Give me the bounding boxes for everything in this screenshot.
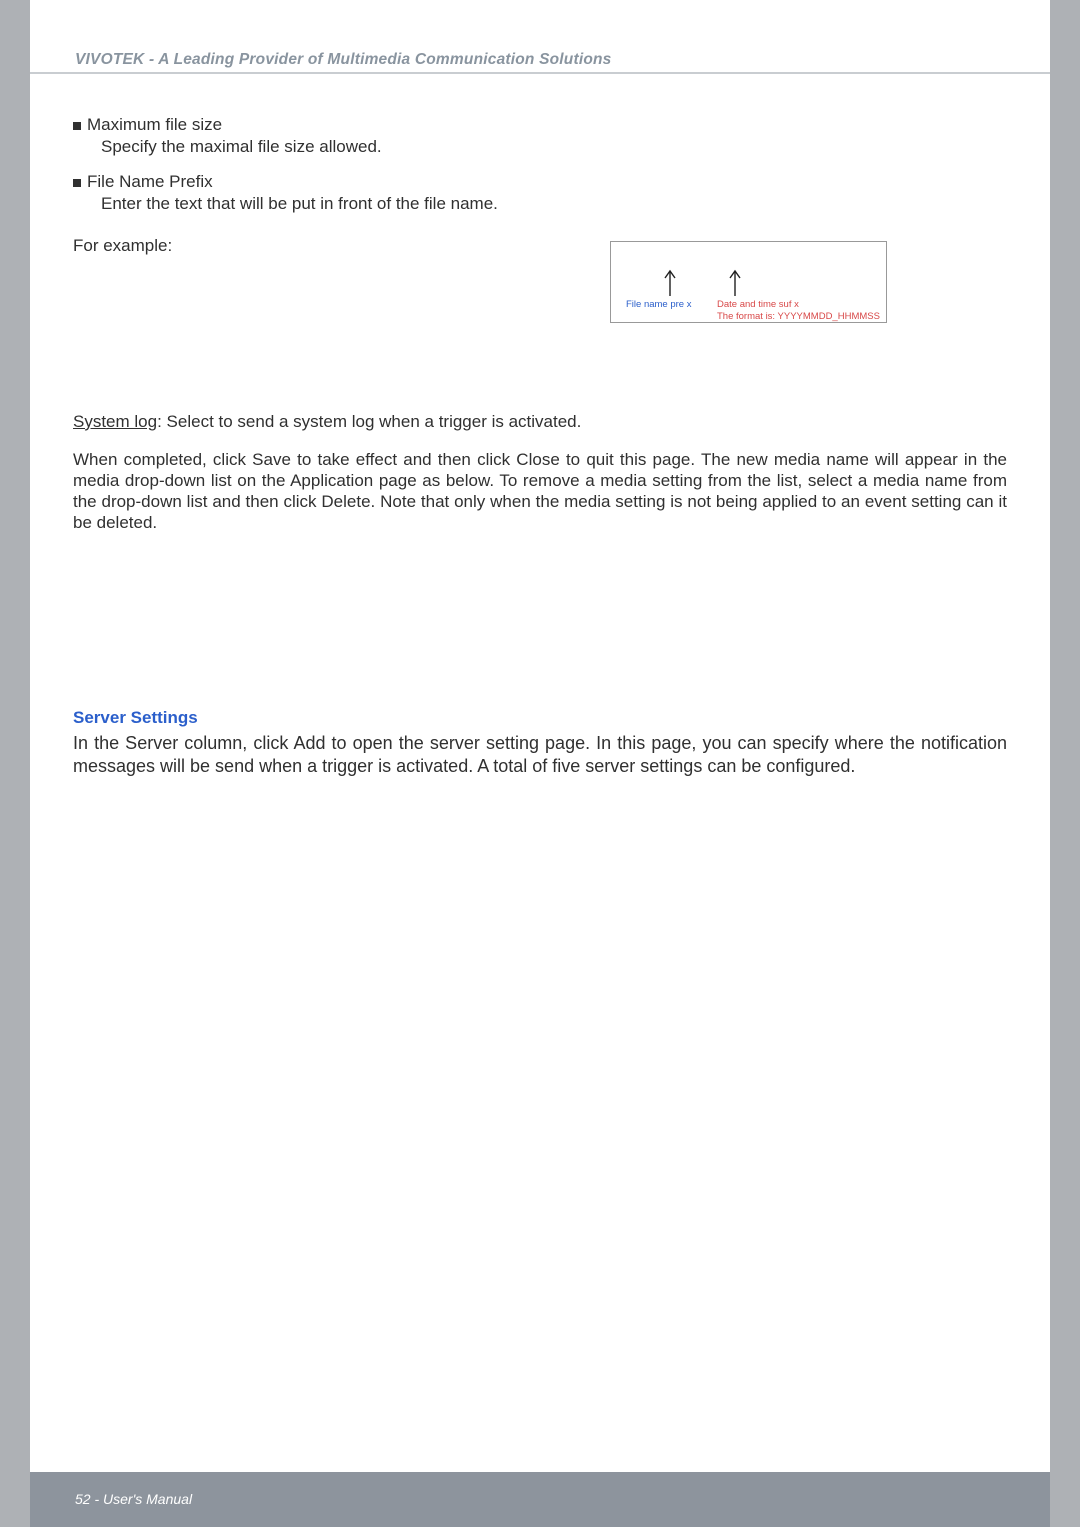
bullet-icon [73,179,81,187]
bullet-file-name-prefix: File Name Prefix Enter the text that wil… [73,172,1007,214]
bullet-title: File Name Prefix [87,172,1007,193]
system-log-desc: : Select to send a system log when a tri… [157,412,581,431]
up-arrow-icon [663,268,677,296]
footer-text: 52 - User's Manual [75,1491,192,1507]
document-page: VIVOTEK - A Leading Provider of Multimed… [30,0,1050,1527]
header-title: VIVOTEK - A Leading Provider of Multimed… [75,51,612,69]
bullet-icon [73,122,81,130]
bullet-desc: Specify the maximal file size allowed. [101,137,1007,158]
footer-bar: 52 - User's Manual [30,1472,1050,1527]
server-settings-desc: In the Server column, click Add to open … [73,732,1007,777]
media-paragraph: When completed, click Save to take effec… [73,450,1007,533]
system-log-line: System log: Select to send a system log … [73,412,1007,433]
system-log-label: System log [73,412,157,431]
footer-label: - User's Manual [91,1491,192,1507]
diagram-prefix-label: File name pre x [626,299,691,311]
up-arrow-icon [728,268,742,296]
bullet-desc: Enter the text that will be put in front… [101,194,1007,215]
filename-diagram: File name pre x Date and time suf x The … [610,241,887,323]
bullet-max-file-size: Maximum file size Specify the maximal fi… [73,115,1007,157]
diagram-suffix-line1: Date and time suf x [717,299,880,311]
bullet-title: Maximum file size [87,115,1007,136]
content-area: Maximum file size Specify the maximal fi… [73,115,1007,777]
diagram-suffix-label: Date and time suf x The format is: YYYYM… [717,299,880,323]
server-settings-title: Server Settings [73,708,1007,729]
diagram-suffix-line2: The format is: YYYYMMDD_HHMMSS [717,311,880,323]
page-number: 52 [75,1491,91,1507]
